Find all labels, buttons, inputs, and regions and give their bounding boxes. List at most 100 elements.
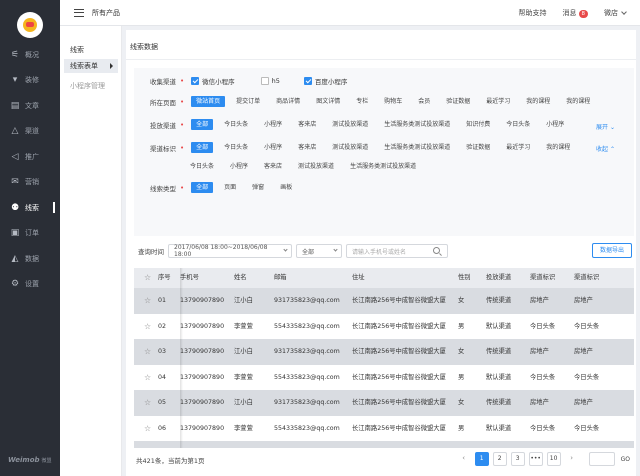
tag-option[interactable]: 生活服务类测试投放渠道 bbox=[345, 161, 421, 172]
sidebar-item[interactable]: ⚟ 概况 bbox=[0, 42, 60, 68]
table-row[interactable]: ☆ 05 13790907890 江小白 931735823@qq.com 长江南路256… bbox=[134, 390, 634, 416]
page-option[interactable]: 购物车 bbox=[379, 96, 407, 107]
delivery-option[interactable]: 全部 bbox=[191, 119, 214, 130]
tag-option[interactable]: 客来店 bbox=[293, 142, 321, 153]
delivery-option[interactable]: 生活服务类测试投放渠道 bbox=[379, 119, 455, 130]
tag-option[interactable]: 验证数据 bbox=[461, 142, 495, 153]
delivery-option[interactable]: 知识付费 bbox=[461, 119, 495, 130]
page-option[interactable]: 我的课程 bbox=[521, 96, 555, 107]
channel-checkbox[interactable]: 微信小程序 bbox=[191, 76, 235, 86]
expand-toggle[interactable]: 展开 ⌄ bbox=[596, 122, 615, 131]
delivery-option[interactable]: 今日头条 bbox=[219, 119, 253, 130]
page-option[interactable]: 提交订单 bbox=[231, 96, 265, 107]
page-number-button[interactable]: 2 bbox=[492, 452, 507, 466]
tag-option[interactable]: 今日头条 bbox=[185, 161, 219, 172]
table-row[interactable]: ☆ 04 13790907890 李萱萱 554335823@qq.com 长江南路256… bbox=[134, 364, 634, 390]
page-option[interactable]: 商品详情 bbox=[271, 96, 305, 107]
subnav-item-lead-form[interactable]: 线索表单 bbox=[64, 59, 118, 73]
table-cell-gender: 男 bbox=[458, 322, 465, 330]
tag-option[interactable]: 今日头条 bbox=[219, 142, 253, 153]
page-jump-input[interactable] bbox=[588, 452, 615, 466]
type-option[interactable]: 画板 bbox=[275, 182, 297, 193]
sidebar-item[interactable]: ⚉ 线索 bbox=[0, 195, 60, 221]
column-header[interactable]: 邮箱 bbox=[274, 268, 287, 288]
star-icon[interactable]: ☆ bbox=[144, 398, 153, 407]
delivery-option[interactable]: 小程序 bbox=[259, 119, 287, 130]
tag-option[interactable]: 生活服务类测试投放渠道 bbox=[379, 142, 455, 153]
delivery-option[interactable]: 今日头条 bbox=[501, 119, 535, 130]
star-icon[interactable]: ☆ bbox=[144, 296, 153, 305]
sidebar-item[interactable]: ◭ 数据 bbox=[0, 246, 60, 272]
table-cell-tag1: 房地产 bbox=[530, 348, 549, 355]
type-option[interactable]: 页面 bbox=[219, 182, 241, 193]
page-option[interactable]: 我的课程 bbox=[561, 96, 595, 107]
sidebar-item[interactable]: ✉ 营销 bbox=[0, 170, 60, 196]
table-row[interactable]: ☆ 01 13790907890 江小白 931735823@qq.com 长江南路256… bbox=[134, 288, 634, 314]
delivery-option[interactable]: 测试投放渠道 bbox=[327, 119, 373, 130]
tag-option[interactable]: 测试投放渠道 bbox=[293, 161, 339, 172]
column-header[interactable]: 姓名 bbox=[234, 268, 247, 288]
tag-option[interactable]: 最近学习 bbox=[501, 142, 535, 153]
subnav-item-miniprogram[interactable]: 小程序管理 bbox=[70, 81, 105, 91]
filter-label: 收集渠道 bbox=[150, 78, 176, 86]
column-header[interactable]: 性别 bbox=[458, 268, 471, 288]
page-option[interactable]: 专栏 bbox=[351, 96, 373, 107]
prev-page-button[interactable]: ‹ bbox=[456, 452, 471, 466]
type-option[interactable]: 弹窗 bbox=[247, 182, 269, 193]
sidebar-item[interactable]: △ 渠道 bbox=[0, 119, 60, 145]
page-option[interactable]: 会员 bbox=[413, 96, 435, 107]
app-logo[interactable] bbox=[17, 12, 43, 38]
column-header[interactable]: 渠道标识 bbox=[530, 268, 555, 288]
star-icon[interactable]: ☆ bbox=[144, 322, 153, 331]
messages-link[interactable]: 消息 8 bbox=[563, 8, 588, 18]
next-page-button[interactable]: › bbox=[564, 452, 579, 466]
tag-option[interactable]: 全部 bbox=[191, 142, 214, 153]
sidebar-item[interactable]: ⚙ 设置 bbox=[0, 272, 60, 298]
date-range-picker[interactable]: 2017/06/08 18:00~2018/06/08 18:00 bbox=[168, 244, 292, 258]
column-header[interactable]: 投放渠道 bbox=[486, 268, 511, 288]
page-number-button[interactable]: ••• bbox=[528, 452, 543, 466]
help-link[interactable]: 帮助支持 bbox=[519, 8, 547, 18]
page-option[interactable]: 验证数据 bbox=[441, 96, 475, 107]
page-option[interactable]: 图文详情 bbox=[311, 96, 345, 107]
page-number-button[interactable]: 1 bbox=[474, 452, 489, 466]
user-menu[interactable]: 微店 bbox=[604, 8, 627, 18]
star-icon[interactable]: ☆ bbox=[144, 424, 153, 433]
column-header[interactable]: 渠道标识 bbox=[574, 268, 599, 288]
sidebar-item[interactable]: ◁ 推广 bbox=[0, 144, 60, 170]
all-products-link[interactable]: 所有产品 bbox=[92, 8, 120, 18]
search-input[interactable]: 请输入手机号或姓名 bbox=[346, 244, 448, 258]
channel-checkbox[interactable]: h5 bbox=[260, 76, 280, 86]
tag-option[interactable]: 小程序 bbox=[225, 161, 253, 172]
scope-select[interactable]: 全部 bbox=[296, 244, 342, 258]
page-number-button[interactable]: 10 bbox=[546, 452, 561, 466]
page-number-button[interactable]: 3 bbox=[510, 452, 525, 466]
menu-icon[interactable] bbox=[74, 8, 84, 17]
tag-option[interactable]: 小程序 bbox=[259, 142, 287, 153]
page-option[interactable]: 微站首页 bbox=[191, 96, 226, 107]
export-button[interactable]: 数据导出 bbox=[591, 243, 632, 258]
tag-option[interactable]: 我的课程 bbox=[541, 142, 575, 153]
page-option[interactable]: 最近学习 bbox=[481, 96, 515, 107]
sidebar-item[interactable]: ▤ 文章 bbox=[0, 93, 60, 119]
go-button[interactable]: GO bbox=[621, 456, 630, 463]
table-row[interactable]: ☆ 06 13790907890 李萱萱 554335823@qq.com 长江南路256… bbox=[134, 415, 634, 441]
star-icon[interactable]: ☆ bbox=[144, 373, 153, 382]
table-row[interactable]: ☆ 02 13790907890 李萱萱 554335823@qq.com 长江南路256… bbox=[134, 313, 634, 339]
tag-option[interactable]: 客来店 bbox=[259, 161, 287, 172]
star-icon[interactable]: ☆ bbox=[144, 273, 153, 282]
channel-checkbox[interactable]: 百度小程序 bbox=[303, 76, 347, 86]
sidebar-item[interactable]: ▾ 装修 bbox=[0, 68, 60, 94]
delivery-option[interactable]: 小程序 bbox=[541, 119, 569, 130]
collapse-toggle[interactable]: 收起 ⌃ bbox=[596, 144, 615, 153]
type-option[interactable]: 全部 bbox=[191, 182, 214, 193]
sidebar-item[interactable]: ▣ 订单 bbox=[0, 221, 60, 247]
star-icon[interactable]: ☆ bbox=[144, 347, 153, 356]
column-header[interactable]: 序号 bbox=[158, 268, 171, 288]
chevron-down-icon bbox=[621, 9, 627, 15]
column-header[interactable]: 住址 bbox=[352, 268, 365, 288]
search-icon[interactable] bbox=[433, 247, 440, 254]
delivery-option[interactable]: 客来店 bbox=[293, 119, 321, 130]
table-row[interactable]: ☆ 03 13790907890 江小白 931735823@qq.com 长江南路256… bbox=[134, 339, 634, 365]
tag-option[interactable]: 测试投放渠道 bbox=[327, 142, 373, 153]
